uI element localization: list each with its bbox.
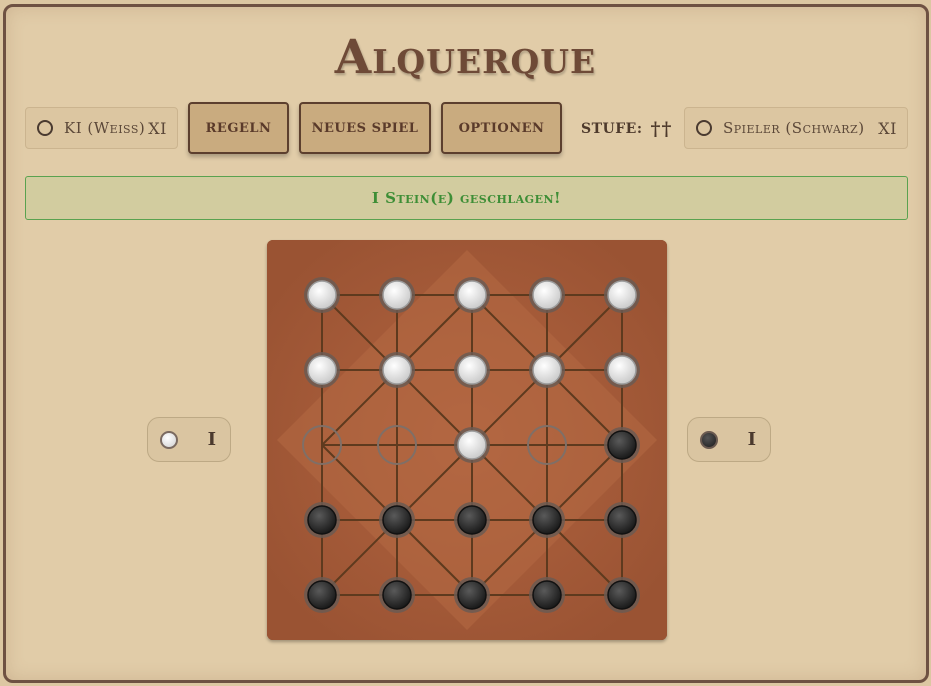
black-piece-body — [607, 505, 637, 535]
white-piece[interactable] — [304, 352, 340, 388]
black-piece[interactable] — [304, 577, 340, 613]
white-piece-icon — [160, 430, 178, 449]
black-piece-body — [307, 580, 337, 610]
page-title: Alquerque — [334, 30, 597, 85]
player-left-panel: KI (Weiss) XI — [25, 107, 178, 149]
game-board — [267, 240, 667, 640]
level-label: Stufe: — [581, 121, 643, 137]
white-piece[interactable] — [454, 427, 490, 463]
white-piece[interactable] — [604, 277, 640, 313]
black-piece[interactable] — [304, 502, 340, 538]
black-piece-icon — [700, 430, 718, 449]
black-piece-body — [607, 430, 637, 460]
white-piece-body — [607, 280, 637, 310]
player-right-score: XI — [878, 118, 897, 138]
white-piece-body — [607, 355, 637, 385]
player-right-name: Spieler (Schwarz) — [723, 119, 865, 137]
new-game-button[interactable]: Neues Spiel — [299, 102, 431, 154]
white-piece[interactable] — [454, 352, 490, 388]
player-left-score: XI — [148, 118, 167, 138]
player-turn-indicator-icon — [37, 120, 53, 136]
white-piece[interactable] — [379, 352, 415, 388]
captured-white-counter: I — [147, 417, 231, 462]
black-piece-body — [607, 580, 637, 610]
black-piece-body — [382, 580, 412, 610]
black-piece[interactable] — [454, 502, 490, 538]
rules-button[interactable]: Regeln — [188, 102, 289, 154]
white-piece-body — [307, 355, 337, 385]
black-piece-body — [532, 580, 562, 610]
captured-black-counter: I — [687, 417, 771, 462]
black-piece[interactable] — [529, 502, 565, 538]
white-piece-body — [382, 280, 412, 310]
white-piece[interactable] — [529, 352, 565, 388]
white-piece-body — [382, 355, 412, 385]
white-piece[interactable] — [604, 352, 640, 388]
black-piece[interactable] — [379, 577, 415, 613]
player-turn-indicator-icon — [696, 120, 712, 136]
white-piece[interactable] — [379, 277, 415, 313]
white-piece[interactable] — [529, 277, 565, 313]
black-piece[interactable] — [529, 577, 565, 613]
white-piece[interactable] — [304, 277, 340, 313]
captured-black-count: I — [747, 429, 756, 450]
captured-white-count: I — [207, 429, 216, 450]
status-banner: I Stein(e) geschlagen! — [25, 176, 908, 220]
black-piece[interactable] — [604, 577, 640, 613]
black-piece[interactable] — [379, 502, 415, 538]
black-piece[interactable] — [454, 577, 490, 613]
white-piece-body — [457, 430, 487, 460]
black-piece[interactable] — [604, 502, 640, 538]
white-piece-body — [457, 280, 487, 310]
white-piece-body — [457, 355, 487, 385]
black-piece-body — [457, 505, 487, 535]
white-piece-body — [532, 355, 562, 385]
black-piece-body — [532, 505, 562, 535]
options-button[interactable]: Optionen — [441, 102, 562, 154]
white-piece[interactable] — [454, 277, 490, 313]
player-right-panel: Spieler (Schwarz) XI — [684, 107, 908, 149]
black-piece-body — [457, 580, 487, 610]
board-graphic — [267, 240, 667, 640]
difficulty-level: Stufe: †† — [581, 116, 672, 142]
player-left-name: KI (Weiss) — [64, 119, 146, 137]
black-piece[interactable] — [604, 427, 640, 463]
white-piece-body — [532, 280, 562, 310]
black-piece-body — [382, 505, 412, 535]
level-value: †† — [650, 118, 673, 140]
black-piece-body — [307, 505, 337, 535]
white-piece-body — [307, 280, 337, 310]
